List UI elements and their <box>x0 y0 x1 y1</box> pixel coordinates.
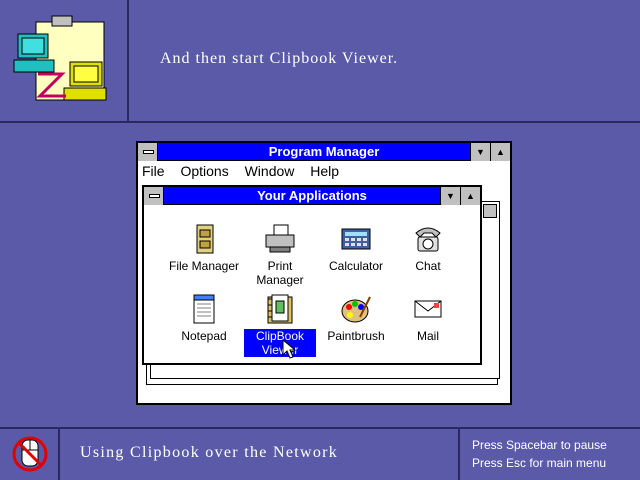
instruction-text: And then start Clipbook Viewer. <box>160 50 399 67</box>
logo-divider <box>127 0 129 121</box>
footer-divider-right <box>458 429 460 480</box>
app-label: ClipBook <box>255 329 305 343</box>
program-manager-titlebar[interactable]: Program Manager ▼ ▲ <box>138 143 510 161</box>
app-print-manager[interactable]: Print Manager <box>244 223 316 287</box>
telephone-icon <box>412 223 444 255</box>
selected-app-label: ClipBook Viewer <box>244 329 316 357</box>
menu-window[interactable]: Window <box>245 163 295 179</box>
mouse-pointer-icon <box>282 338 297 364</box>
group-title: Your Applications <box>257 188 367 203</box>
menu-hint: Press Esc for main menu <box>472 456 607 470</box>
network-computers-logo <box>0 0 127 121</box>
maximize-button[interactable]: ▲ <box>490 143 510 161</box>
no-mouse-icon <box>11 434 49 479</box>
app-paintbrush[interactable]: Paintbrush <box>320 293 392 343</box>
file-cabinet-icon <box>188 223 220 255</box>
app-label: Notepad <box>181 329 227 343</box>
app-mail[interactable]: Mail <box>392 293 464 343</box>
menu-help[interactable]: Help <box>310 163 339 179</box>
group-system-menu-button[interactable] <box>144 187 164 205</box>
app-label: Calculator <box>328 259 384 273</box>
printer-icon <box>264 223 296 255</box>
notepad-icon <box>188 293 220 325</box>
your-applications-window[interactable]: Your Applications ▼ ▲ File Manager Print… <box>142 185 482 365</box>
app-label: Paintbrush <box>327 329 385 343</box>
group-scroll-button[interactable] <box>483 204 497 218</box>
course-title: Using Clipbook over the Network <box>80 444 339 461</box>
minimize-button[interactable]: ▼ <box>470 143 490 161</box>
pause-hint: Press Spacebar to pause <box>472 438 607 452</box>
menu-options[interactable]: Options <box>180 163 228 179</box>
app-label-line2: Viewer <box>261 343 299 357</box>
menu-bar: File Options Window Help <box>142 163 351 183</box>
app-chat[interactable]: Chat <box>392 223 464 273</box>
mail-icon <box>412 293 444 325</box>
header-divider <box>0 121 640 123</box>
menu-file[interactable]: File <box>142 163 165 179</box>
calculator-icon <box>340 223 372 255</box>
footer-divider-left <box>58 429 60 480</box>
program-manager-title: Program Manager <box>268 144 380 159</box>
app-notepad[interactable]: Notepad <box>168 293 240 343</box>
group-titlebar[interactable]: Your Applications ▼ ▲ <box>144 187 480 205</box>
app-label: Print Manager <box>256 259 304 287</box>
group-maximize-button[interactable]: ▲ <box>460 187 480 205</box>
app-label: Mail <box>416 329 439 343</box>
app-file-manager[interactable]: File Manager <box>168 223 240 273</box>
app-clipbook-viewer[interactable]: ClipBook Viewer <box>244 293 316 357</box>
app-label: File Manager <box>168 259 240 273</box>
system-menu-button[interactable] <box>138 143 158 161</box>
palette-icon <box>340 293 372 325</box>
app-calculator[interactable]: Calculator <box>320 223 392 273</box>
app-label: Chat <box>415 259 441 273</box>
group-minimize-button[interactable]: ▼ <box>440 187 460 205</box>
clipbook-icon <box>264 293 296 325</box>
